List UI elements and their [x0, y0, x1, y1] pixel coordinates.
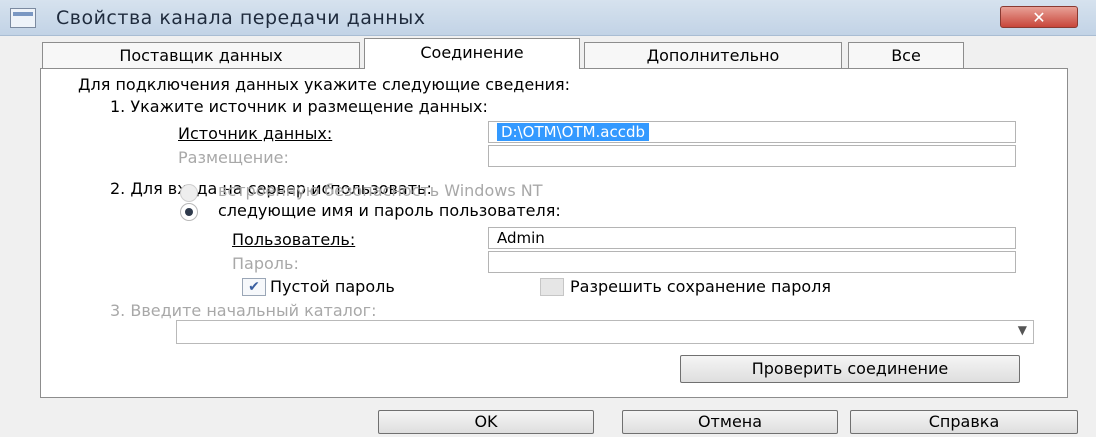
tab-all[interactable]: Все	[848, 42, 964, 68]
close-button[interactable]: ✕	[1000, 6, 1078, 28]
radio-user-password[interactable]	[180, 203, 198, 221]
radio-windows-security[interactable]	[180, 184, 198, 202]
test-connection-button[interactable]: Проверить соединение	[680, 355, 1020, 383]
user-label: Пользователь:	[232, 230, 356, 249]
tab-connection[interactable]: Соединение	[364, 38, 580, 69]
step1-label: 1. Укажите источник и размещение данных:	[110, 97, 488, 116]
radio-user-label: следующие имя и пароль пользователя:	[218, 201, 561, 220]
password-input[interactable]	[488, 251, 1016, 273]
allow-save-password-label: Разрешить сохранение пароля	[570, 277, 832, 296]
location-label: Размещение:	[178, 148, 289, 167]
initial-catalog-dropdown[interactable]: ▼	[176, 320, 1034, 344]
window-title: Свойства канала передачи данных	[56, 7, 426, 29]
radio-windows-label: встроенную безопасность Windows NT	[218, 181, 543, 200]
datasource-value: D:\OTM\OTM.accdb	[497, 123, 650, 141]
allow-save-password-checkbox[interactable]	[540, 278, 564, 296]
location-input[interactable]	[488, 145, 1016, 167]
empty-password-checkbox[interactable]: ✔	[242, 278, 266, 296]
tab-data-provider[interactable]: Поставщик данных	[42, 42, 360, 68]
intro-text: Для подключения данных укажите следующие…	[78, 75, 571, 94]
help-button[interactable]: Справка	[850, 410, 1078, 434]
datasource-label: Источник данных:	[178, 124, 333, 143]
step3-label: 3. Введите начальный каталог:	[110, 301, 377, 320]
empty-password-label: Пустой пароль	[270, 277, 395, 296]
password-label: Пароль:	[232, 254, 299, 273]
tab-advanced[interactable]: Дополнительно	[584, 42, 842, 68]
chevron-down-icon: ▼	[1017, 323, 1027, 337]
window-icon	[10, 8, 36, 28]
datasource-input[interactable]: D:\OTM\OTM.accdb	[488, 121, 1016, 143]
cancel-button[interactable]: Отмена	[622, 410, 838, 434]
ok-button[interactable]: OK	[378, 410, 594, 434]
user-input[interactable]: Admin	[488, 227, 1016, 249]
